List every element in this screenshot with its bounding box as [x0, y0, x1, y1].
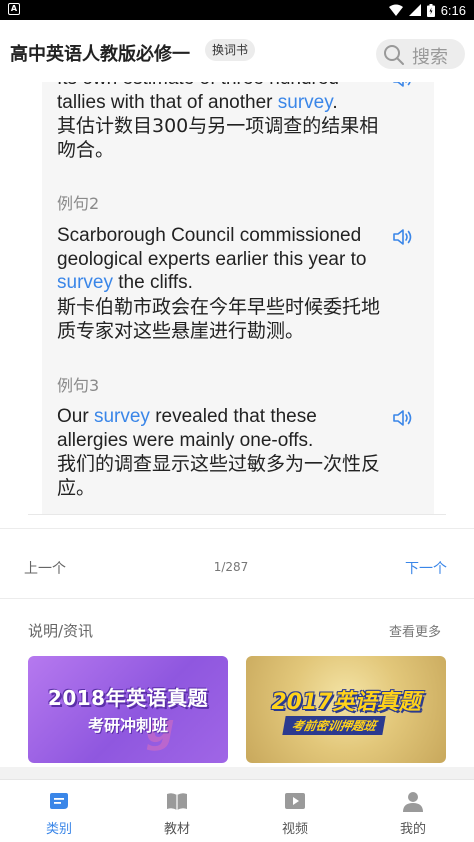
nav-label: 我的 — [399, 822, 426, 837]
page-indicator: 1/287 — [213, 560, 249, 574]
example-sentence: Scarborough Council commissioned geologi… — [57, 224, 387, 343]
example-sentence: Our survey revealed that these allergies… — [57, 405, 387, 500]
bottom-nav: 类别 教材 视频 我的 — [0, 779, 474, 842]
news-banner[interactable]: 2017英语真题 考前密训押题班 — [246, 656, 446, 763]
example-label: 例句2 — [57, 194, 100, 213]
news-section-title: 说明/资讯 — [28, 622, 94, 640]
nav-item-profile[interactable]: 我的 — [354, 780, 472, 842]
banner-title: 2018年英语真题 — [47, 686, 209, 710]
video-icon — [285, 793, 305, 809]
keyword: survey — [57, 272, 113, 293]
profile-icon — [403, 792, 423, 812]
view-more-link[interactable]: 查看更多 — [389, 621, 441, 640]
speaker-icon[interactable] — [392, 82, 414, 89]
example-en: Scarborough Council commissioned geologi… — [57, 225, 367, 293]
nav-separator — [0, 767, 474, 779]
example-sentences-card: Its own estimate of three hundred tallie… — [42, 82, 434, 515]
signal-icon — [408, 4, 421, 16]
example-label: 例句3 — [57, 376, 100, 395]
header: 高中英语人教版必修一 换词书 搜索 — [0, 20, 474, 82]
news-banner[interactable]: g 2018年英语真题 考研冲刺班 — [28, 656, 228, 763]
status-bar: A 6:16 — [0, 0, 474, 20]
clock: 6:16 — [440, 2, 466, 18]
search-placeholder: 搜索 — [412, 47, 448, 68]
keyword: survey — [277, 91, 333, 113]
banner-subtitle: 考前密训押题班 — [282, 716, 386, 735]
app-notification-icon: A — [8, 3, 20, 15]
banner-subtitle: 考研冲刺班 — [87, 716, 168, 735]
nav-label: 教材 — [163, 822, 190, 837]
example-zh: 斯卡伯勒市政会在今年早些时候委托地质专家对这些悬崖进行勘测。 — [57, 295, 381, 342]
nav-item-video[interactable]: 视频 — [236, 780, 354, 842]
speaker-icon[interactable] — [392, 408, 414, 428]
banner-title: 2017英语真题 — [271, 690, 421, 715]
example-en: Its own estimate of three hundred tallie… — [57, 82, 339, 113]
next-word-button[interactable]: 下一个 — [405, 558, 447, 578]
book-title: 高中英语人教版必修一 — [10, 44, 190, 65]
wifi-icon — [388, 4, 403, 16]
nav-label: 类别 — [45, 822, 72, 837]
keyword: survey — [93, 406, 150, 427]
section-divider — [0, 528, 474, 529]
card-divider — [28, 514, 446, 515]
example-en: Our survey revealed that these allergies… — [57, 406, 317, 451]
status-icons: 6:16 — [388, 2, 466, 18]
category-icon — [50, 793, 68, 809]
section-divider — [0, 598, 474, 599]
example-zh: 我们的调查显示这些过敏多为一次性反应。 — [57, 453, 381, 499]
nav-item-category[interactable]: 类别 — [0, 780, 118, 842]
search-icon — [384, 45, 404, 65]
book-icon — [167, 793, 187, 810]
switch-book-button[interactable]: 换词书 — [205, 39, 256, 61]
battery-icon — [426, 3, 435, 17]
example-sentence: Its own estimate of three hundred tallie… — [57, 82, 387, 162]
nav-item-textbook[interactable]: 教材 — [118, 780, 236, 842]
speaker-icon[interactable] — [392, 227, 414, 247]
nav-label: 视频 — [281, 822, 308, 837]
search-bar[interactable]: 搜索 — [376, 39, 465, 69]
example-zh: 其估计数目300与另一项调查的结果相吻合。 — [57, 115, 379, 161]
